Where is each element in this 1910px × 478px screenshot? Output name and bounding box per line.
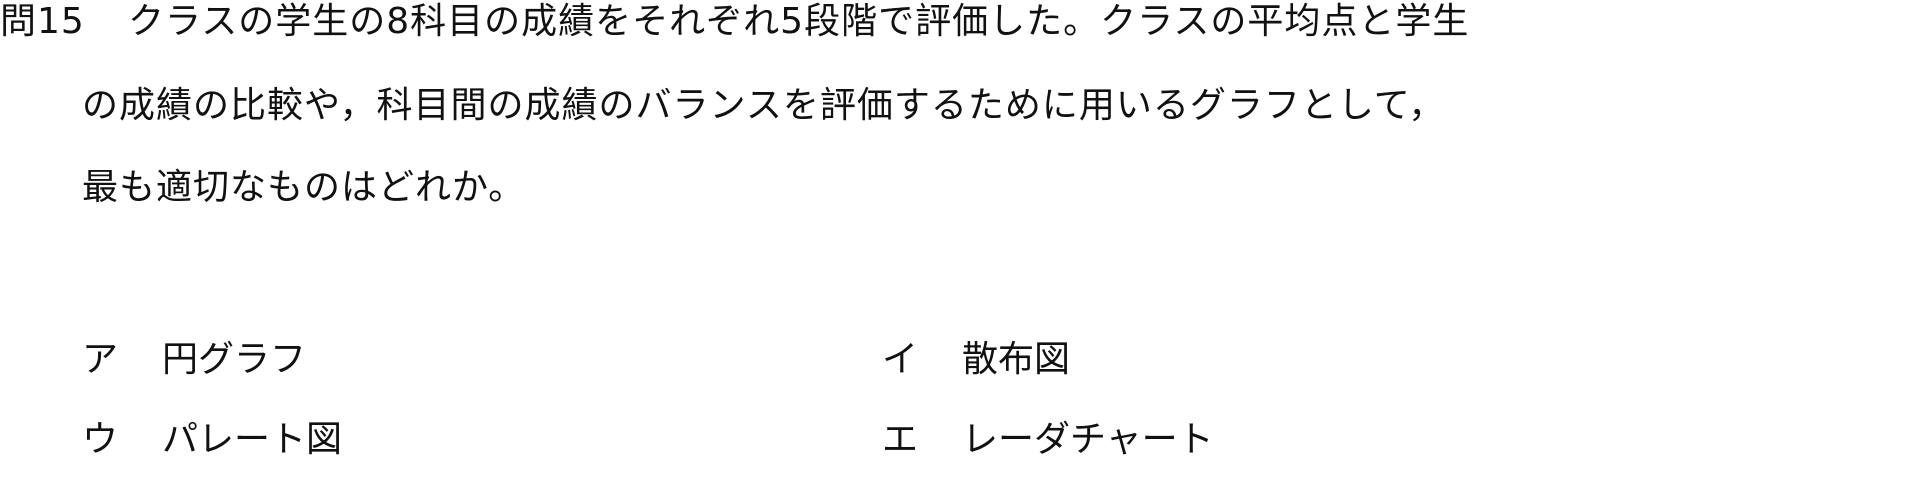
choice-e: エ レーダチャート — [882, 418, 1214, 462]
choice-text: レーダチャート — [962, 419, 1214, 460]
question-line-1: 問15 クラスの学生の8科目の成績をそれぞれ5段階で評価した。クラスの平均点と学生 — [0, 0, 1469, 44]
choice-mark: エ — [882, 419, 919, 460]
choice-a: ア 円グラフ — [82, 338, 306, 382]
question-line-2: の成績の比較や，科目間の成績のバランスを評価するために用いるグラフとして， — [82, 85, 1446, 126]
question-line-3: 最も適切なものはどれか。 — [82, 167, 526, 208]
choice-text: パレート図 — [162, 419, 343, 460]
question-text-1: クラスの学生の8科目の成績をそれぞれ5段階で評価した。クラスの平均点と学生 — [128, 1, 1470, 42]
choice-mark: ア — [82, 339, 119, 380]
choice-mark: ウ — [82, 419, 119, 460]
choice-i: イ 散布図 — [882, 338, 1070, 382]
question-number: 問15 — [0, 1, 85, 42]
choice-u: ウ パレート図 — [82, 418, 342, 462]
choice-text: 散布図 — [962, 339, 1071, 380]
choice-text: 円グラフ — [162, 339, 307, 380]
choice-mark: イ — [882, 339, 919, 380]
